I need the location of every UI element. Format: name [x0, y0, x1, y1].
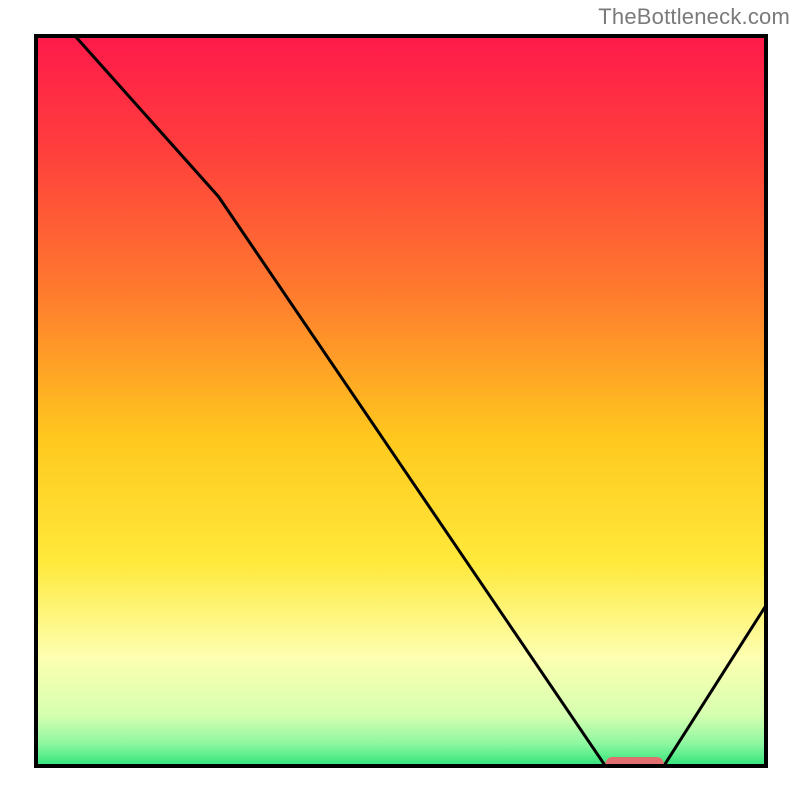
bottleneck-chart: [0, 0, 800, 800]
gradient-background: [36, 36, 766, 766]
chart-container: TheBottleneck.com: [0, 0, 800, 800]
